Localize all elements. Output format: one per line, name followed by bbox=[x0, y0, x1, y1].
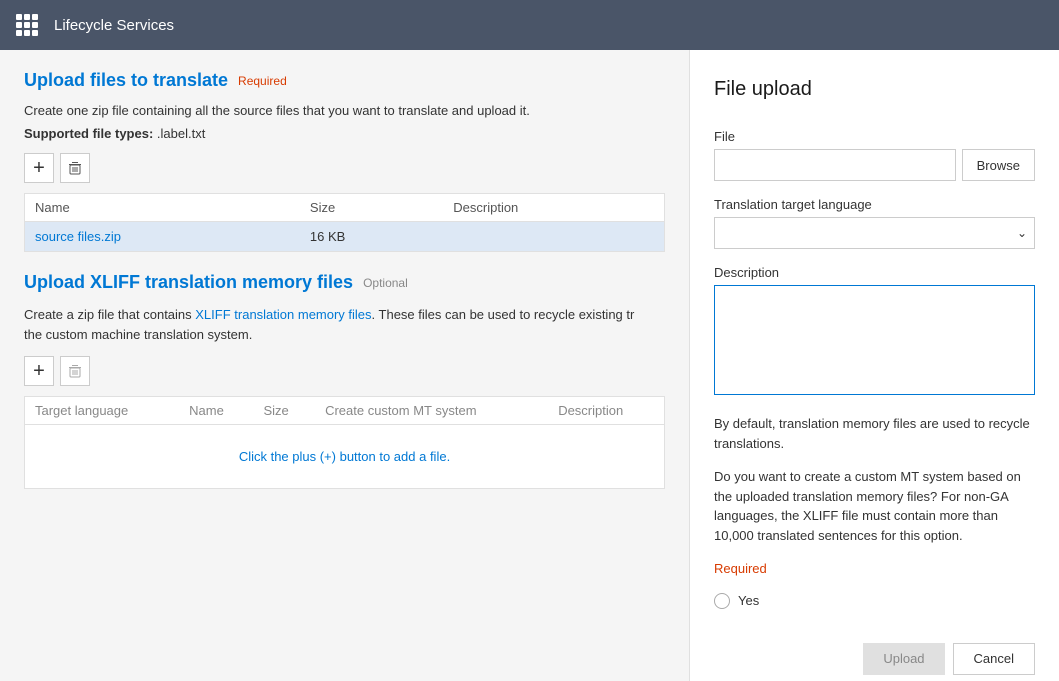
panel-footer: Upload Cancel bbox=[714, 633, 1035, 675]
xliff-empty-text: Click the plus (+) button to add a file. bbox=[25, 425, 665, 489]
file-label: File bbox=[714, 129, 1035, 144]
xliff-col-target-lang: Target language bbox=[25, 397, 180, 425]
file-input-row: Browse bbox=[714, 149, 1035, 181]
col-description: Description bbox=[443, 194, 664, 222]
section2-heading: Upload XLIFF translation memory files bbox=[24, 272, 353, 293]
section1-delete-button[interactable] bbox=[60, 153, 90, 183]
right-panel: File upload File Browse Translation targ… bbox=[689, 50, 1059, 681]
section2-optional-badge: Optional bbox=[363, 276, 408, 290]
cancel-button[interactable]: Cancel bbox=[953, 643, 1035, 675]
col-name: Name bbox=[25, 194, 300, 222]
translation-lang-label: Translation target language bbox=[714, 197, 1035, 212]
app-title: Lifecycle Services bbox=[54, 17, 174, 34]
xliff-col-create-mt: Create custom MT system bbox=[315, 397, 548, 425]
file-size: 16 KB bbox=[300, 222, 443, 252]
description-label: Description bbox=[714, 265, 1035, 280]
section2-add-button[interactable]: + bbox=[24, 356, 54, 386]
top-nav: Lifecycle Services bbox=[0, 0, 1059, 50]
app-menu-icon[interactable] bbox=[16, 14, 38, 36]
panel-info-2: Do you want to create a custom MT system… bbox=[714, 467, 1035, 545]
section2-toolbar: + bbox=[24, 356, 665, 386]
col-size: Size bbox=[300, 194, 443, 222]
upload-button[interactable]: Upload bbox=[863, 643, 944, 675]
supported-value: .label.txt bbox=[157, 126, 205, 141]
translation-lang-select[interactable] bbox=[714, 217, 1035, 249]
section1-toolbar: + bbox=[24, 153, 665, 183]
panel-title: File upload bbox=[714, 78, 1035, 101]
browse-button[interactable]: Browse bbox=[962, 149, 1035, 181]
xliff-col-desc: Description bbox=[548, 397, 664, 425]
description-form-group: Description bbox=[714, 265, 1035, 398]
file-text-input[interactable] bbox=[714, 149, 956, 181]
section1-supported-types: Supported file types: .label.txt bbox=[24, 126, 665, 141]
section1-title: Upload files to translate Required bbox=[24, 70, 665, 91]
section2-delete-button[interactable] bbox=[60, 356, 90, 386]
xliff-empty-row: Click the plus (+) button to add a file. bbox=[25, 425, 665, 489]
panel-info-1: By default, translation memory files are… bbox=[714, 414, 1035, 453]
file-desc bbox=[443, 222, 664, 252]
file-form-group: File Browse bbox=[714, 129, 1035, 181]
translation-lang-form-group: Translation target language ⌄ bbox=[714, 197, 1035, 249]
supported-label: Supported file types: bbox=[24, 126, 153, 141]
section1-heading: Upload files to translate bbox=[24, 70, 228, 91]
description-textarea[interactable] bbox=[714, 285, 1035, 395]
yes-radio-label: Yes bbox=[738, 593, 759, 608]
main-layout: Upload files to translate Required Creat… bbox=[0, 50, 1059, 681]
section2-description: Create a zip file that contains XLIFF tr… bbox=[24, 305, 665, 344]
section1-required-badge: Required bbox=[238, 74, 287, 88]
panel-required-text: Required bbox=[714, 559, 1035, 579]
translation-lang-select-wrapper: ⌄ bbox=[714, 217, 1035, 249]
yes-radio-button[interactable] bbox=[714, 593, 730, 609]
left-content: Upload files to translate Required Creat… bbox=[0, 50, 689, 681]
file-name-link[interactable]: source files.zip bbox=[35, 229, 121, 244]
section2-title: Upload XLIFF translation memory files Op… bbox=[24, 272, 665, 293]
xliff-col-size: Size bbox=[253, 397, 315, 425]
xliff-col-name: Name bbox=[179, 397, 253, 425]
section2-table: Target language Name Size Create custom … bbox=[24, 396, 665, 489]
section1-add-button[interactable]: + bbox=[24, 153, 54, 183]
section1-description: Create one zip file containing all the s… bbox=[24, 103, 665, 118]
section1-table: Name Size Description source files.zip 1… bbox=[24, 193, 665, 252]
yes-radio-row: Yes bbox=[714, 593, 1035, 609]
table-row[interactable]: source files.zip 16 KB bbox=[25, 222, 665, 252]
xliff-link[interactable]: XLIFF translation memory files bbox=[195, 307, 371, 322]
